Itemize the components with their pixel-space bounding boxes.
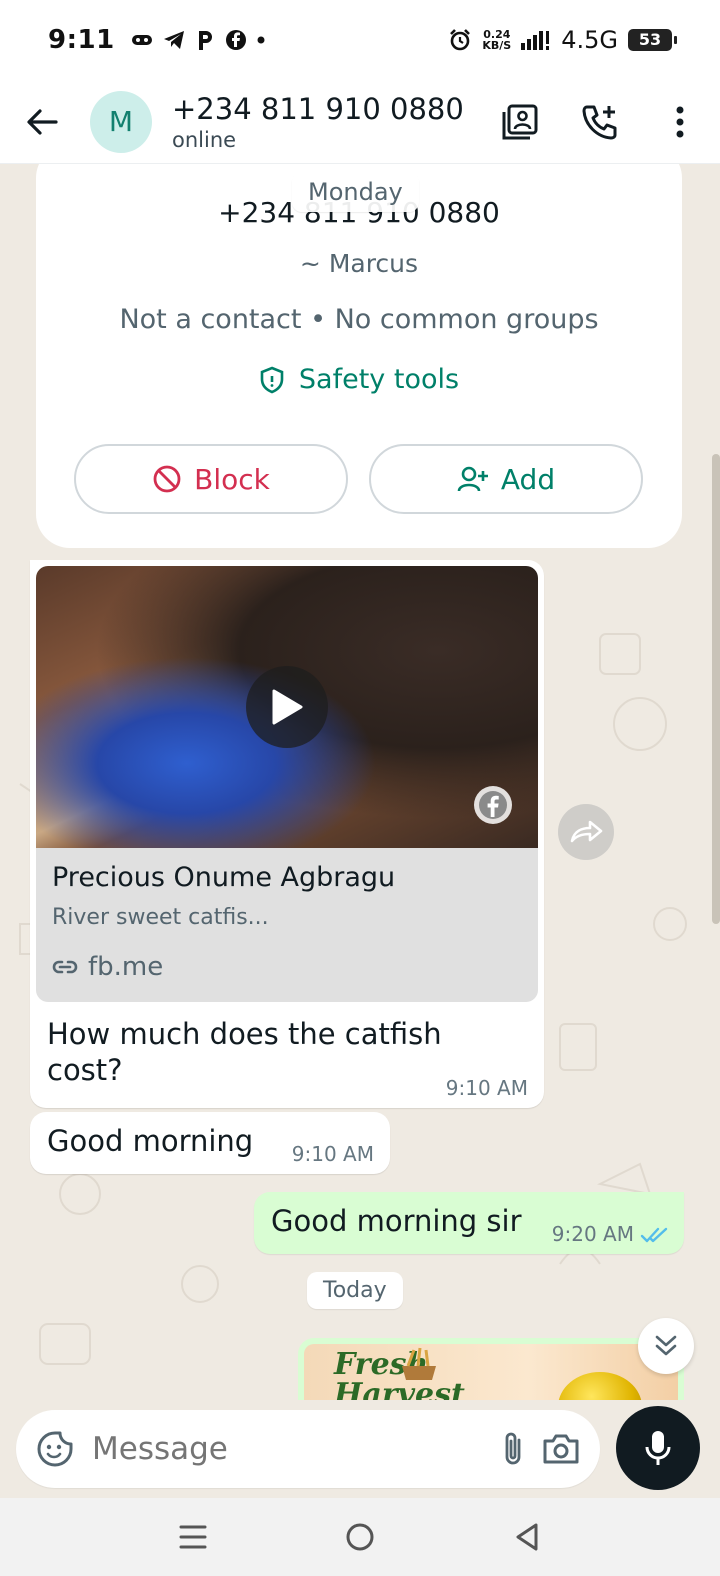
outgoing-image-message[interactable]: Fresh Harvest bbox=[298, 1338, 684, 1400]
network-type: 4.5G bbox=[561, 26, 618, 54]
message-time: 9:10 AM bbox=[291, 1142, 374, 1166]
status-bar: 9:11 0.24 KB/S 4.5G 53 bbox=[0, 0, 720, 80]
system-back-button[interactable] bbox=[487, 1507, 567, 1567]
link-preview-title: Precious Onume Agbragu bbox=[52, 862, 396, 893]
video-thumbnail[interactable] bbox=[36, 566, 538, 848]
message-text: Good morning sir bbox=[271, 1204, 522, 1238]
net-speed-unit: KB/S bbox=[482, 39, 512, 52]
message-text: Good morning bbox=[47, 1124, 254, 1158]
contact-status: online bbox=[172, 127, 237, 152]
contact-safety-card: +234 811 910 0880 ~ Marcus Not a contact… bbox=[36, 164, 682, 548]
gamepad-icon bbox=[131, 35, 152, 45]
link-url-text: fb.me bbox=[88, 952, 164, 982]
message-time: 9:20 AM bbox=[551, 1222, 634, 1246]
sticker-icon bbox=[37, 1431, 73, 1467]
card-alias: ~ Marcus bbox=[299, 249, 419, 278]
safety-tools-label: Safety tools bbox=[298, 364, 460, 395]
incoming-link-message[interactable]: Precious Onume Agbragu River sweet catfi… bbox=[30, 560, 544, 1108]
scroll-to-bottom-button[interactable] bbox=[638, 1318, 694, 1374]
add-call-button[interactable] bbox=[560, 80, 640, 164]
read-receipt-icon bbox=[640, 1227, 668, 1243]
link-preview-description: River sweet catfis... bbox=[52, 905, 269, 930]
contact-card-icon bbox=[502, 104, 538, 139]
facebook-badge bbox=[474, 786, 512, 824]
incoming-message[interactable]: Good morning 9:10 AM bbox=[30, 1112, 390, 1174]
outgoing-message[interactable]: Good morning sir 9:20 AM bbox=[254, 1192, 684, 1254]
battery-icon: 53 bbox=[628, 29, 677, 51]
chat-header: M +234 811 910 0880 online bbox=[0, 80, 720, 164]
double-chevron-down-icon bbox=[655, 1335, 677, 1356]
harvest-image[interactable]: Fresh Harvest bbox=[304, 1344, 678, 1400]
play-icon bbox=[272, 689, 303, 725]
camera-icon bbox=[543, 1434, 579, 1464]
phone-plus-icon bbox=[582, 105, 617, 139]
block-button[interactable]: Block bbox=[74, 444, 348, 514]
add-contact-button[interactable]: Add bbox=[369, 444, 643, 514]
add-person-icon bbox=[457, 466, 488, 492]
home-circle-icon bbox=[346, 1523, 374, 1551]
date-separator-today: Today bbox=[307, 1272, 403, 1309]
sticker-button[interactable] bbox=[36, 1423, 74, 1475]
chat-area[interactable]: +234 811 910 0880 ~ Marcus Not a contact… bbox=[0, 164, 720, 1400]
avatar[interactable]: M bbox=[90, 90, 152, 153]
camera-button[interactable] bbox=[542, 1423, 580, 1475]
message-time: 9:10 AM bbox=[445, 1076, 528, 1100]
overflow-menu-button[interactable] bbox=[640, 80, 720, 164]
block-label: Block bbox=[194, 462, 270, 496]
date-separator-monday: Monday bbox=[292, 172, 419, 212]
play-button[interactable] bbox=[246, 666, 328, 748]
scrollbar[interactable] bbox=[712, 454, 720, 924]
link-icon bbox=[52, 960, 78, 974]
system-navigation-bar bbox=[0, 1498, 720, 1576]
recents-button[interactable] bbox=[153, 1507, 233, 1567]
attach-button[interactable] bbox=[497, 1423, 528, 1475]
contact-card-button[interactable] bbox=[480, 80, 560, 164]
alarm-icon bbox=[450, 29, 471, 51]
facebook-icon bbox=[479, 791, 507, 819]
more-vertical-icon bbox=[676, 106, 684, 137]
contact-info[interactable]: +234 811 910 0880 online bbox=[172, 92, 480, 152]
back-button[interactable] bbox=[0, 80, 84, 164]
pinterest-icon bbox=[198, 31, 212, 50]
link-preview[interactable]: Precious Onume Agbragu River sweet catfi… bbox=[36, 848, 538, 1002]
paperclip-icon bbox=[505, 1432, 520, 1465]
status-right: 0.24 KB/S 4.5G 53 bbox=[448, 26, 677, 54]
status-time: 9:11 bbox=[48, 25, 115, 55]
net-speed: 0.24 KB/S bbox=[482, 29, 511, 51]
message-text: How much does the catfish cost? bbox=[47, 1017, 442, 1087]
composer-bar bbox=[0, 1400, 720, 1498]
voice-message-button[interactable] bbox=[616, 1406, 700, 1490]
link-preview-url[interactable]: fb.me bbox=[52, 952, 522, 982]
forward-icon bbox=[570, 820, 603, 843]
menu-lines-icon bbox=[179, 1525, 207, 1549]
add-label: Add bbox=[500, 462, 556, 496]
facebook-status-icon bbox=[225, 30, 246, 50]
home-button[interactable] bbox=[320, 1507, 400, 1567]
forward-button[interactable] bbox=[558, 804, 614, 860]
block-icon bbox=[153, 465, 181, 493]
message-composer bbox=[16, 1410, 600, 1488]
notification-icons bbox=[131, 29, 265, 51]
more-notifications-dot-icon bbox=[257, 36, 265, 44]
arrow-left-icon bbox=[27, 108, 58, 135]
fruit-illustration bbox=[558, 1372, 642, 1400]
microphone-icon bbox=[645, 1431, 671, 1465]
message-input[interactable] bbox=[92, 1431, 483, 1467]
shield-icon bbox=[260, 366, 284, 393]
basket-icon bbox=[402, 1347, 436, 1380]
contact-name: +234 811 910 0880 bbox=[172, 91, 464, 126]
signal-icon bbox=[521, 31, 550, 50]
telegram-icon bbox=[163, 31, 184, 49]
triangle-back-icon bbox=[516, 1523, 538, 1551]
safety-tools-link[interactable]: Safety tools bbox=[36, 364, 682, 395]
card-meta: Not a contact • No common groups bbox=[119, 304, 599, 335]
